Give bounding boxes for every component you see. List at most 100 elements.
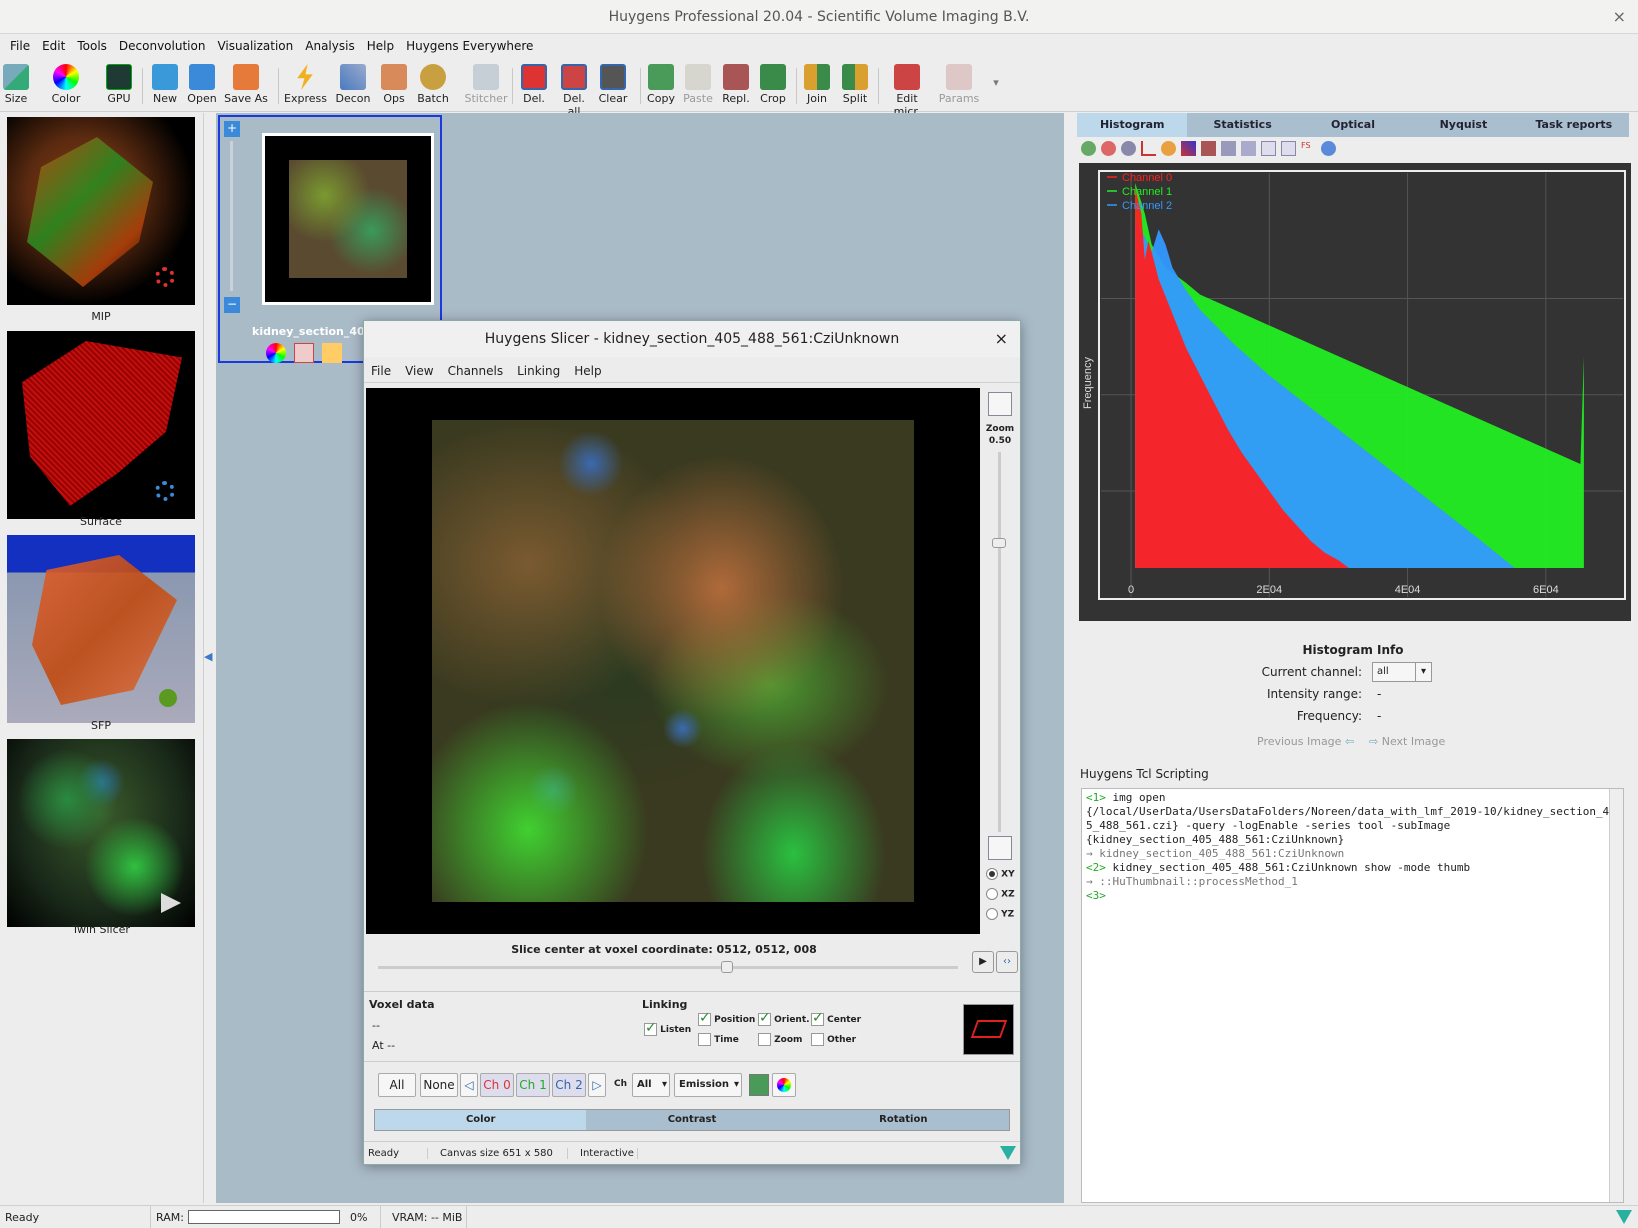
menu-analysis[interactable]: Analysis: [299, 39, 360, 53]
split-button[interactable]: Split: [840, 62, 870, 105]
axes-icon[interactable]: [1141, 141, 1156, 156]
stitcher-button[interactable]: Stitcher: [464, 62, 508, 105]
slice-slider[interactable]: [378, 966, 958, 969]
table-icon[interactable]: [1261, 141, 1276, 156]
curve-icon[interactable]: [1181, 141, 1196, 156]
link-time[interactable]: Time: [698, 1033, 739, 1046]
radio-xz[interactable]: [986, 888, 998, 900]
mip-thumbnail[interactable]: [7, 117, 195, 305]
emission-select[interactable]: Emission ▾: [674, 1073, 742, 1097]
channel-color-swatch[interactable]: [749, 1074, 769, 1096]
menu-visualization[interactable]: Visualization: [211, 39, 299, 53]
link-position[interactable]: Position: [698, 1010, 755, 1026]
fit-icon[interactable]: [988, 392, 1012, 416]
express-button[interactable]: Express: [284, 62, 327, 105]
menu-edit[interactable]: Edit: [36, 39, 71, 53]
channel-select[interactable]: All ▾: [632, 1073, 670, 1097]
tab-nyquist[interactable]: Nyquist: [1408, 113, 1518, 137]
edit-microscope-button[interactable]: Edit micr.: [884, 62, 930, 118]
link2-icon[interactable]: [1241, 141, 1256, 156]
new-button[interactable]: New: [150, 62, 180, 105]
link-icon[interactable]: [1221, 141, 1236, 156]
color-wheel-button[interactable]: [772, 1073, 796, 1097]
tab-rotation[interactable]: Rotation: [798, 1110, 1009, 1130]
menu-file[interactable]: File: [4, 39, 36, 53]
collapse-panel-icon[interactable]: ◀: [204, 650, 212, 663]
fit-all-icon[interactable]: [988, 836, 1012, 860]
tab-task-reports[interactable]: Task reports: [1519, 113, 1629, 137]
orient-checkbox[interactable]: [758, 1010, 771, 1026]
edit-icon[interactable]: [294, 343, 314, 363]
slicer-menu-help[interactable]: Help: [567, 364, 608, 378]
link-zoom[interactable]: Zoom: [758, 1033, 802, 1046]
delete-button[interactable]: Del.: [520, 62, 548, 105]
menu-huygens-everywhere[interactable]: Huygens Everywhere: [400, 39, 539, 53]
replace-button[interactable]: Repl.: [720, 62, 752, 105]
tab-histogram[interactable]: Histogram: [1077, 113, 1188, 137]
help-icon[interactable]: [1321, 141, 1336, 156]
zoom-in-icon[interactable]: +: [224, 121, 240, 137]
fullscreen-icon[interactable]: FS: [1301, 141, 1316, 156]
center-checkbox[interactable]: [811, 1010, 824, 1026]
join-button[interactable]: Join: [802, 62, 832, 105]
clear-button[interactable]: Clear: [598, 62, 628, 105]
slicer-menu-channels[interactable]: Channels: [441, 364, 511, 378]
tab-statistics[interactable]: Statistics: [1187, 113, 1297, 137]
express-icon[interactable]: [322, 343, 342, 363]
table2-icon[interactable]: [1281, 141, 1296, 156]
params-button[interactable]: Params: [938, 62, 980, 105]
paste-button[interactable]: Paste: [682, 62, 714, 105]
zoom-checkbox[interactable]: [758, 1033, 771, 1046]
zoom-fit-icon[interactable]: [1121, 141, 1136, 156]
chevron-right-icon[interactable]: ▷: [588, 1073, 606, 1097]
delete-all-button[interactable]: Del. all: [556, 62, 592, 118]
batch-button[interactable]: Batch: [414, 62, 452, 105]
channel-0-button[interactable]: Ch 0: [480, 1073, 514, 1097]
chevron-down-icon[interactable]: ▾: [990, 76, 1002, 89]
slicer-menu-linking[interactable]: Linking: [510, 364, 567, 378]
zoom-slider[interactable]: [998, 452, 1001, 832]
chevron-left-icon[interactable]: ◁: [460, 1073, 478, 1097]
tab-color[interactable]: Color: [375, 1110, 587, 1130]
copy-button[interactable]: Copy: [646, 62, 676, 105]
link-listen[interactable]: Listen: [644, 1020, 691, 1036]
slice-slider-handle[interactable]: [721, 961, 733, 973]
surface-thumbnail[interactable]: [7, 331, 195, 519]
next-image-button[interactable]: ⇨ Next Image: [1369, 735, 1445, 748]
play-icon[interactable]: ▶: [972, 951, 994, 973]
plane-yz[interactable]: YZ: [986, 908, 1014, 920]
tcl-console[interactable]: <1> img open {/local/UserData/UsersDataF…: [1081, 788, 1624, 1203]
zoom-slider-handle[interactable]: [992, 538, 1006, 548]
zoom-in-icon[interactable]: [1081, 141, 1096, 156]
listen-checkbox[interactable]: [644, 1020, 657, 1036]
link-other[interactable]: Other: [811, 1033, 856, 1046]
color-button[interactable]: Color: [50, 62, 82, 105]
color-wheel-icon[interactable]: [266, 343, 286, 363]
zoom-out-icon[interactable]: [1101, 141, 1116, 156]
link-orient[interactable]: Orient.: [758, 1010, 810, 1026]
radio-xy[interactable]: [986, 868, 998, 880]
twin-slicer-thumbnail[interactable]: [7, 739, 195, 927]
decon-button[interactable]: Decon: [334, 62, 372, 105]
radio-yz[interactable]: [986, 908, 998, 920]
channel-2-button[interactable]: Ch 2: [552, 1073, 586, 1097]
image-thumbnail[interactable]: [262, 133, 434, 305]
tab-contrast[interactable]: Contrast: [586, 1110, 797, 1130]
slicer-canvas[interactable]: [366, 388, 980, 934]
plane-xy[interactable]: XY: [986, 868, 1015, 880]
current-channel-select[interactable]: all ▾: [1372, 662, 1432, 682]
link-center[interactable]: Center: [811, 1010, 861, 1026]
chart-icon[interactable]: [1201, 141, 1216, 156]
position-checkbox[interactable]: [698, 1010, 711, 1026]
size-button[interactable]: Size: [2, 62, 30, 105]
palette-icon[interactable]: [1161, 141, 1176, 156]
menu-help[interactable]: Help: [361, 39, 400, 53]
channel-none-button[interactable]: None: [420, 1073, 458, 1097]
menu-deconvolution[interactable]: Deconvolution: [113, 39, 212, 53]
save-as-button[interactable]: Save As: [224, 62, 268, 105]
close-icon[interactable]: ×: [1613, 0, 1626, 34]
menu-tools[interactable]: Tools: [71, 39, 113, 53]
time-checkbox[interactable]: [698, 1033, 711, 1046]
gpu-button[interactable]: GPU: [104, 62, 134, 105]
channel-all-button[interactable]: All: [378, 1073, 416, 1097]
